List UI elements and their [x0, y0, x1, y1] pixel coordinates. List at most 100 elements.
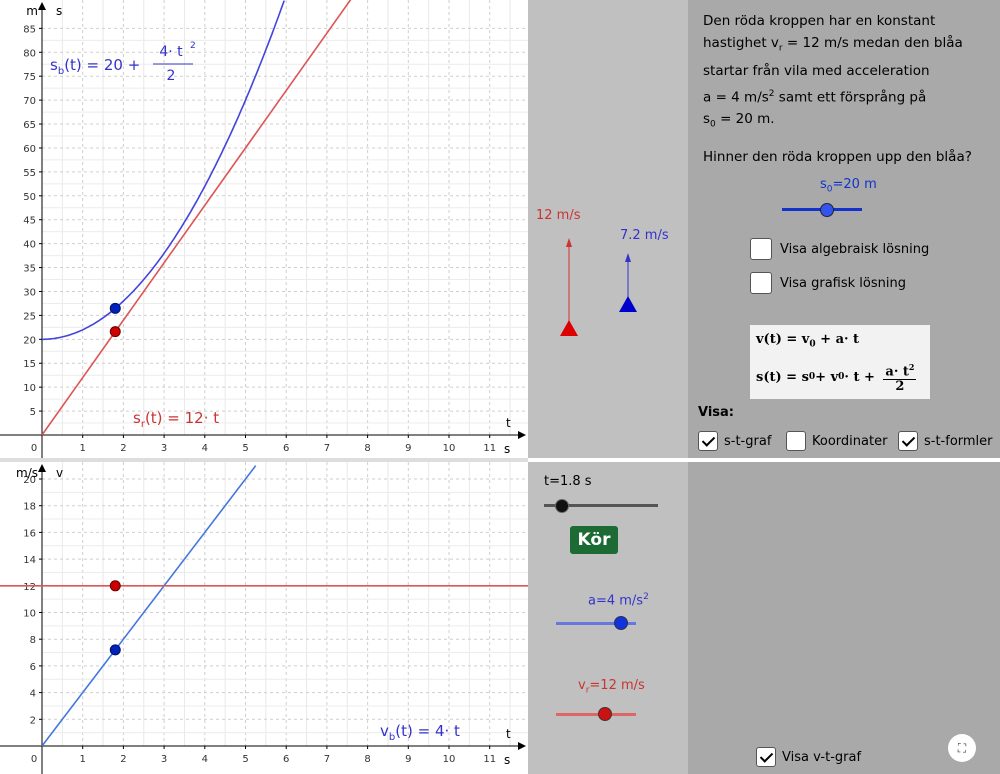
y-tick-label: 70 — [23, 96, 36, 107]
vr-slider-track[interactable] — [556, 713, 636, 716]
x-tick-label: 11 — [483, 443, 496, 454]
red-velocity-point — [109, 580, 121, 592]
s0-slider-label: s0=20 m — [820, 177, 877, 195]
blue-velocity-formula: vb(t) = 4· t — [380, 722, 460, 743]
st-formulas-checkbox[interactable]: s-t-formler — [898, 431, 993, 451]
t-slider-knob[interactable] — [555, 499, 570, 513]
x-tick-label: 2 — [120, 443, 126, 454]
y-tick-label: 80 — [23, 48, 36, 59]
problem-line-2: hastighet vr = 12 m/s medan den blåa — [703, 35, 963, 54]
y-tick-label: 30 — [23, 287, 36, 298]
x-tick-label: 5 — [242, 443, 248, 454]
red-body-triangle[interactable] — [560, 320, 578, 336]
fullscreen-icon[interactable]: ⛶ — [948, 734, 976, 762]
y-tick-label: 4 — [30, 689, 36, 700]
blue-formula-denominator: 2 — [167, 68, 176, 84]
x-tick-label: 1 — [80, 754, 86, 765]
t-slider-label: t=1.8 s — [544, 474, 592, 489]
red-position-point — [109, 326, 121, 338]
problem-line-1: Den röda kroppen har en konstant — [703, 13, 936, 29]
x-tick-label: 3 — [161, 754, 167, 765]
vt-graph-checkbox[interactable]: Visa v-t-graf — [756, 747, 861, 767]
bottom-right-panel: Visa v-t-graf ⛶ — [688, 462, 1000, 774]
vt-graph-checkbox-box[interactable] — [756, 747, 776, 767]
st-graph-checkbox-label: s-t-graf — [724, 433, 772, 449]
x-tick-label: 6 — [283, 754, 289, 765]
problem-line-3: startar från vila med acceleration — [703, 63, 930, 80]
y-tick-label: 15 — [23, 359, 36, 370]
graphic-checkbox[interactable]: Visa grafisk lösning — [750, 272, 906, 294]
red-arrowhead — [566, 238, 572, 247]
x-tick-label: 4 — [202, 443, 208, 454]
x-tick-label: 7 — [324, 443, 330, 454]
x-tick-label: 0 — [31, 754, 37, 765]
y-tick-label: 8 — [30, 635, 36, 646]
x-tick-label: 8 — [364, 754, 370, 765]
y-tick-label: 16 — [23, 528, 36, 539]
x-tick-label: 2 — [120, 754, 126, 765]
vr-slider-label: vr=12 m/s — [578, 678, 645, 696]
y-tick-label: 10 — [23, 609, 36, 620]
blue-velocity-point — [109, 644, 121, 656]
x-tick-label: 9 — [405, 754, 411, 765]
coordinates-checkbox-box[interactable] — [786, 431, 806, 451]
vr-slider-knob[interactable] — [598, 707, 612, 721]
coordinates-checkbox[interactable]: Koordinater — [786, 431, 887, 451]
problem-line-4: a = 4 m/s2 samt ett försprång på — [703, 88, 927, 106]
y-unit-label: m — [26, 4, 38, 18]
x-tick-label: 0 — [31, 443, 37, 454]
x-tick-label: 4 — [202, 754, 208, 765]
run-button[interactable]: Kör — [570, 526, 618, 554]
formula-box: v(t) = v0 + a· t s(t) = s0 + v 0 · t + a· … — [750, 325, 930, 399]
visa-label: Visa: — [698, 405, 734, 420]
algebra-checkbox[interactable]: Visa algebraisk lösning — [750, 238, 929, 260]
y-tick-label: 85 — [23, 24, 36, 35]
x-tick-label: 7 — [324, 754, 330, 765]
y-unit-label: m/s — [16, 466, 38, 480]
x-tick-label: 5 — [242, 754, 248, 765]
y-axis-arrow — [38, 464, 46, 472]
s0-slider-knob[interactable] — [820, 203, 834, 217]
y-tick-label: 50 — [23, 192, 36, 203]
problem-text: Den röda kroppen har en konstant hastigh… — [703, 10, 993, 136]
y-tick-label: 20 — [23, 335, 36, 346]
controls-panel: t=1.8 s Kör a=4 m/s2 vr=12 m/s — [528, 462, 688, 774]
x-name-label: t — [506, 416, 511, 430]
graphic-checkbox-box[interactable] — [750, 272, 772, 294]
graph-divider — [0, 458, 528, 462]
st-graph[interactable]: 5101520253035404550556065707580850 1 2 3 4 5 6… — [0, 0, 528, 458]
x-name-label: t — [506, 727, 511, 741]
blue-formula-numerator: 4· t — [159, 44, 183, 60]
st-graph-checkbox[interactable]: s-t-graf — [698, 431, 771, 451]
st-graph-checkbox-box[interactable] — [698, 431, 718, 451]
red-position-formula: sr(t) = 12· t — [133, 409, 219, 430]
y-tick-label: 25 — [23, 311, 36, 322]
simulation-panel: 12 m/s 7.2 m/s — [528, 0, 688, 458]
velocity-formula: v(t) = v0 + a· t — [756, 332, 860, 350]
y-tick-label: 35 — [23, 264, 36, 275]
y-tick-label: 12 — [23, 582, 36, 593]
y-axis-arrow — [38, 2, 46, 10]
vt-graph[interactable]: 2468101214161820012345678910111m/svtsvb(… — [0, 462, 528, 774]
y-tick-label: 65 — [23, 120, 36, 131]
coordinates-checkbox-label: Koordinater — [812, 433, 888, 449]
x-tick-label: 3 — [161, 443, 167, 454]
y-name-label: s — [56, 4, 62, 18]
algebra-checkbox-box[interactable] — [750, 238, 772, 260]
x-unit-label: s — [504, 442, 510, 456]
info-panel: Den röda kroppen har en konstant hastigh… — [688, 0, 1000, 458]
x-tick-label: 10 — [443, 443, 456, 454]
position-formula-fraction: a· t2 2 — [883, 362, 917, 395]
x-tick-label: 8 — [364, 443, 370, 454]
y-tick-label: 60 — [23, 144, 36, 155]
blue-velocity-line — [41, 465, 257, 747]
a-slider-knob[interactable] — [614, 616, 628, 630]
algebra-checkbox-label: Visa algebraisk lösning — [780, 241, 930, 257]
st-formulas-checkbox-box[interactable] — [898, 431, 918, 451]
y-tick-label: 10 — [23, 383, 36, 394]
problem-line-5: s0 = 20 m. — [703, 111, 775, 131]
y-tick-label: 5 — [30, 407, 36, 418]
x-unit-label: s — [504, 753, 510, 767]
blue-formula-exponent: 2 — [190, 41, 196, 51]
blue-body-triangle[interactable] — [619, 296, 637, 312]
